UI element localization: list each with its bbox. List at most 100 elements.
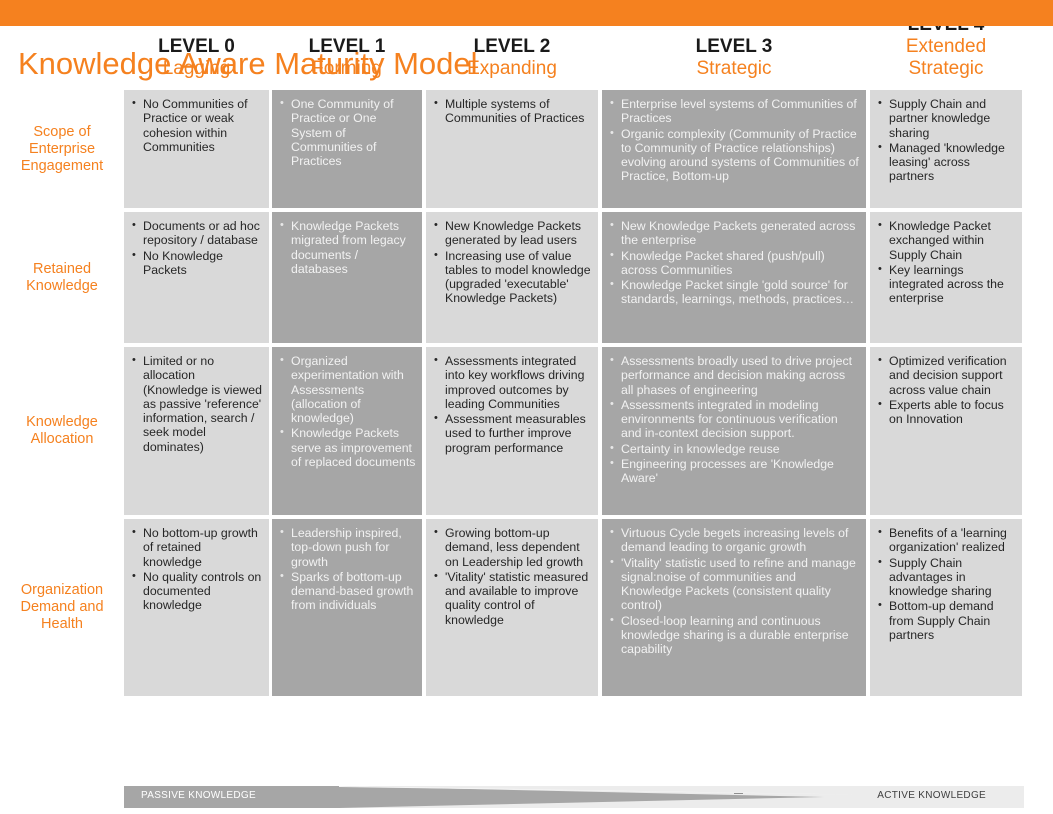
bullet-item: Managed 'knowledge leasing' across partn…	[878, 140, 1016, 184]
bullet-item: 'Vitality' statistic measured and availa…	[434, 569, 592, 627]
cell-bullet-list: Multiple systems of Communities of Pract…	[430, 96, 592, 126]
cell-bullet-list: No Communities of Practice or weak cohes…	[128, 96, 263, 154]
matrix-cell: Limited or no allocation (Knowledge is v…	[124, 347, 269, 515]
matrix-cell: Organized experimentation with Assessmen…	[272, 347, 422, 515]
matrix-cell: Enterprise level systems of Communities …	[602, 90, 866, 208]
bullet-item: Knowledge Packet exchanged within Supply…	[878, 218, 1016, 262]
cell-bullet-list: Supply Chain and partner knowledge shari…	[874, 96, 1016, 184]
matrix-cell: Leadership inspired, top-down push for g…	[272, 519, 422, 696]
cell-bullet-list: Leadership inspired, top-down push for g…	[276, 525, 416, 613]
cell-bullet-list: Virtuous Cycle begets increasing levels …	[606, 525, 860, 657]
matrix-cell: Supply Chain and partner knowledge shari…	[870, 90, 1022, 208]
bullet-item: Knowledge Packet shared (push/pull) acro…	[610, 248, 860, 278]
matrix-cell: New Knowledge Packets generated across t…	[602, 212, 866, 343]
level-4-name: Extended Strategic	[905, 36, 987, 79]
cell-bullet-list: Enterprise level systems of Communities …	[606, 96, 860, 184]
band-center-dash	[734, 793, 743, 794]
bullet-item: Multiple systems of Communities of Pract…	[434, 96, 592, 126]
bullet-item: Supply Chain and partner knowledge shari…	[878, 96, 1016, 140]
row-label-text: Knowledge Allocation	[26, 414, 98, 447]
level-3-number: LEVEL 3	[695, 36, 773, 57]
bullet-item: Organic complexity (Community of Practic…	[610, 126, 860, 184]
bullet-item: Benefits of a 'learning organization' re…	[878, 525, 1016, 555]
matrix-cell: Multiple systems of Communities of Pract…	[426, 90, 598, 208]
bullet-item: Knowledge Packets migrated from legacy d…	[280, 218, 416, 276]
bullet-item: Assessments integrated in modeling envir…	[610, 397, 860, 441]
bullet-item: Documents or ad hoc repository / databas…	[132, 218, 263, 248]
bullet-item: Supply Chain advantages in knowledge sha…	[878, 555, 1016, 599]
cell-bullet-list: Knowledge Packets migrated from legacy d…	[276, 218, 416, 276]
matrix-row: Scope of Enterprise Engagement No Communi…	[0, 90, 1053, 208]
bullet-item: No bottom-up growth of retained knowledg…	[132, 525, 263, 569]
bullet-item: Assessments broadly used to drive projec…	[610, 353, 860, 397]
bullet-item: Sparks of bottom-up demand-based growth …	[280, 569, 416, 613]
cell-bullet-list: One Community of Practice or One System …	[276, 96, 416, 168]
cell-bullet-list: Benefits of a 'learning organization' re…	[874, 525, 1016, 642]
matrix-cell: Knowledge Packets migrated from legacy d…	[272, 212, 422, 343]
bullet-item: New Knowledge Packets generated across t…	[610, 218, 860, 248]
bullet-item: Bottom-up demand from Supply Chain partn…	[878, 598, 1016, 642]
bullet-item: Limited or no allocation (Knowledge is v…	[132, 353, 263, 454]
bullet-item: Knowledge Packet single 'gold source' fo…	[610, 277, 860, 307]
column-header-level-3: LEVEL 3 Strategic	[602, 36, 866, 82]
matrix-cell: Assessments integrated into key workflow…	[426, 347, 598, 515]
bullet-item: Virtuous Cycle begets increasing levels …	[610, 525, 860, 555]
bullet-item: One Community of Practice or One System …	[280, 96, 416, 168]
matrix-cell: No Communities of Practice or weak cohes…	[124, 90, 269, 208]
cell-bullet-list: Assessments broadly used to drive projec…	[606, 353, 860, 486]
page-title: Knowledge Aware Maturity Model	[18, 46, 478, 81]
matrix-cell: Optimized verification and decision supp…	[870, 347, 1022, 515]
bullet-item: Assessment measurables used to further i…	[434, 411, 592, 455]
cell-bullet-list: Organized experimentation with Assessmen…	[276, 353, 416, 469]
bullet-item: Organized experimentation with Assessmen…	[280, 353, 416, 425]
cell-bullet-list: Growing bottom-up demand, less dependent…	[430, 525, 592, 627]
band-passive-label: PASSIVE KNOWLEDGE	[141, 790, 256, 801]
matrix-row: Retained Knowledge Documents or ad hoc re…	[0, 212, 1053, 343]
bullet-item: Closed-loop learning and continuous know…	[610, 613, 860, 657]
cell-bullet-list: Documents or ad hoc repository / databas…	[128, 218, 263, 278]
row-label-cell: Organization Demand and Health	[0, 519, 124, 696]
row-label-text: Retained Knowledge	[26, 260, 98, 294]
bullet-item: Experts able to focus on Innovation	[878, 397, 1016, 427]
bullet-item: Growing bottom-up demand, less dependent…	[434, 525, 592, 569]
cell-bullet-list: Knowledge Packet exchanged within Supply…	[874, 218, 1016, 306]
knowledge-progression-band: PASSIVE KNOWLEDGE ACTIVE KNOWLEDGE	[124, 786, 1024, 808]
top-accent-bar	[0, 0, 1053, 26]
cell-bullet-list: New Knowledge Packets generated by lead …	[430, 218, 592, 306]
bullet-item: Assessments integrated into key workflow…	[434, 353, 592, 411]
cell-bullet-list: New Knowledge Packets generated across t…	[606, 218, 860, 307]
bullet-item: Enterprise level systems of Communities …	[610, 96, 860, 126]
row-label-text: Scope of Enterprise Engagement	[20, 123, 104, 174]
matrix-cell: No bottom-up growth of retained knowledg…	[124, 519, 269, 696]
matrix-cell: Documents or ad hoc repository / databas…	[124, 212, 269, 343]
row-label-cell: Knowledge Allocation	[0, 347, 124, 515]
matrix-cell: New Knowledge Packets generated by lead …	[426, 212, 598, 343]
level-3-name: Strategic	[696, 58, 772, 79]
bullet-item: Engineering processes are 'Knowledge Awa…	[610, 456, 860, 486]
bullet-item: Optimized verification and decision supp…	[878, 353, 1016, 397]
matrix-cell: Assessments broadly used to drive projec…	[602, 347, 866, 515]
cell-bullet-list: No bottom-up growth of retained knowledg…	[128, 525, 263, 613]
matrix-row: Organization Demand and Health No bottom-…	[0, 519, 1053, 696]
bullet-item: No Knowledge Packets	[132, 248, 263, 278]
bullet-item: No quality controls on documented knowle…	[132, 569, 263, 613]
cell-bullet-list: Optimized verification and decision supp…	[874, 353, 1016, 427]
bullet-item: Key learnings integrated across the ente…	[878, 262, 1016, 306]
bullet-item: Knowledge Packets serve as improvement o…	[280, 425, 416, 469]
bullet-item: No Communities of Practice or weak cohes…	[132, 96, 263, 154]
cell-bullet-list: Assessments integrated into key workflow…	[430, 353, 592, 455]
row-label-text: Organization Demand and Health	[20, 582, 104, 632]
maturity-matrix: Scope of Enterprise Engagement No Communi…	[0, 90, 1053, 700]
bullet-item: New Knowledge Packets generated by lead …	[434, 218, 592, 248]
bullet-item: 'Vitality' statistic used to refine and …	[610, 555, 860, 613]
bullet-item: Increasing use of value tables to model …	[434, 248, 592, 306]
band-active-label: ACTIVE KNOWLEDGE	[877, 790, 986, 801]
matrix-cell: Benefits of a 'learning organization' re…	[870, 519, 1022, 696]
matrix-cell: Growing bottom-up demand, less dependent…	[426, 519, 598, 696]
row-label-cell: Scope of Enterprise Engagement	[0, 90, 124, 208]
cell-bullet-list: Limited or no allocation (Knowledge is v…	[128, 353, 263, 454]
bullet-item: Certainty in knowledge reuse	[610, 441, 860, 456]
bullet-item: Leadership inspired, top-down push for g…	[280, 525, 416, 569]
matrix-cell: One Community of Practice or One System …	[272, 90, 422, 208]
row-label-cell: Retained Knowledge	[0, 212, 124, 343]
